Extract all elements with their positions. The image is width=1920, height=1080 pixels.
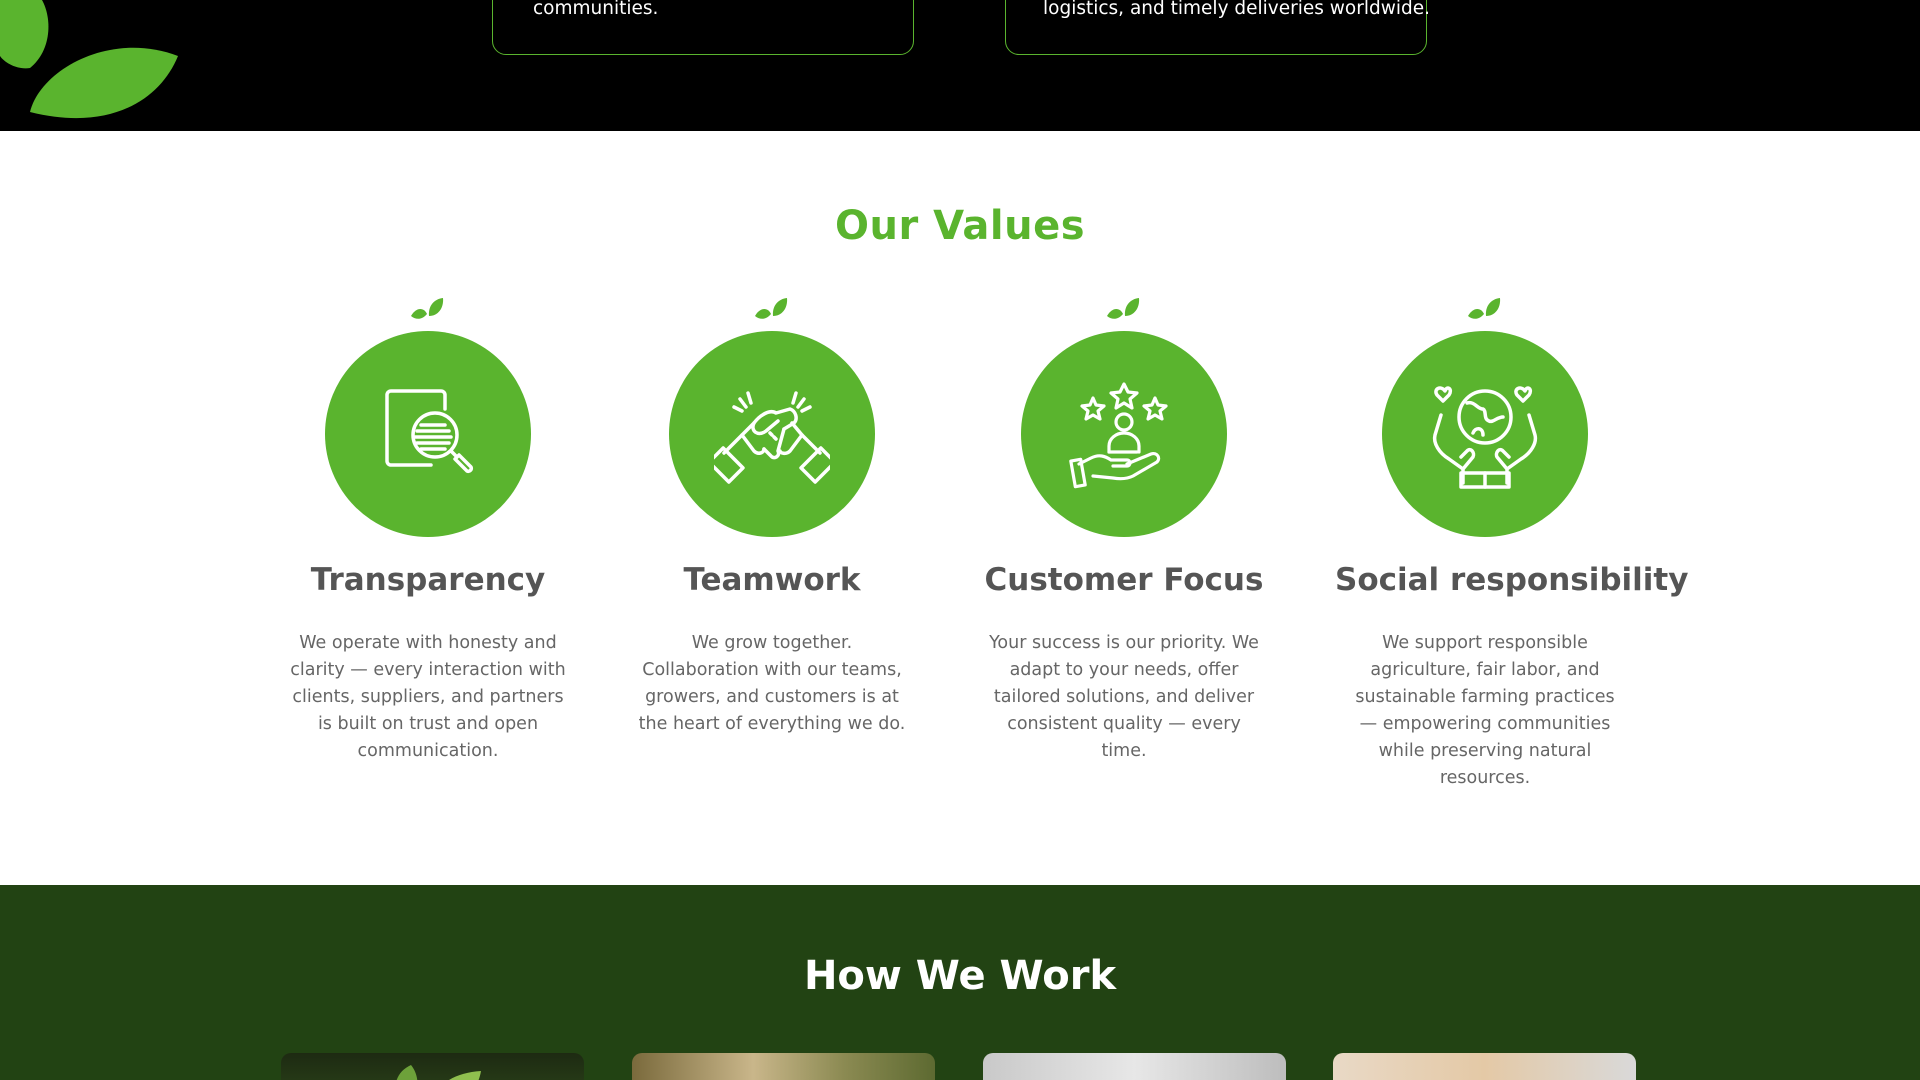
value-description: Your success is our priority. We adapt t… bbox=[989, 633, 1259, 761]
how-card-seedling-photo bbox=[281, 1053, 584, 1080]
previous-section: communities. logistics, and timely deliv… bbox=[0, 0, 1920, 131]
how-we-work-section: How We Work bbox=[0, 885, 1920, 1080]
value-title: Customer Focus bbox=[984, 562, 1264, 598]
value-title: Social responsibility bbox=[1335, 562, 1689, 598]
top-card-text: communities. bbox=[533, 0, 659, 19]
how-card-warehouse-photo bbox=[983, 1053, 1286, 1080]
customer-stars-icon bbox=[1069, 382, 1168, 489]
value-description: We grow together. Collaboration with our… bbox=[638, 633, 906, 734]
value-icon-circle bbox=[1021, 331, 1227, 537]
value-description: We operate with honesty and clarity — ev… bbox=[290, 633, 566, 761]
top-card: logistics, and timely deliveries worldwi… bbox=[1005, 0, 1430, 55]
sprout-icon bbox=[755, 298, 788, 319]
sprout-icon bbox=[1107, 298, 1140, 319]
values-title: Our Values bbox=[834, 203, 1086, 249]
top-card: communities. bbox=[492, 0, 914, 55]
document-search-icon bbox=[385, 389, 474, 474]
value-icon-circle bbox=[669, 331, 875, 537]
values-section: Our Values Transparency We operate with … bbox=[0, 131, 1920, 885]
sprout-icon bbox=[1468, 298, 1501, 319]
value-icon-circle bbox=[1382, 331, 1588, 537]
hands-globe-icon bbox=[1432, 386, 1538, 489]
value-description: We support responsible agriculture, fair… bbox=[1355, 633, 1615, 788]
sprout-icon bbox=[411, 298, 444, 319]
how-card-packaging-photo bbox=[1333, 1053, 1636, 1080]
value-title: Teamwork bbox=[683, 562, 861, 598]
top-card-text: logistics, and timely deliveries worldwi… bbox=[1043, 0, 1430, 19]
seedling-photo bbox=[396, 1065, 481, 1080]
leaf-decoration-icon bbox=[0, 0, 178, 119]
how-we-work-title: How We Work bbox=[803, 953, 1117, 999]
value-icon-circle bbox=[325, 331, 531, 537]
handshake-icon bbox=[714, 391, 830, 484]
how-card-farm-worker-photo bbox=[632, 1053, 935, 1080]
value-title: Transparency bbox=[310, 562, 546, 598]
